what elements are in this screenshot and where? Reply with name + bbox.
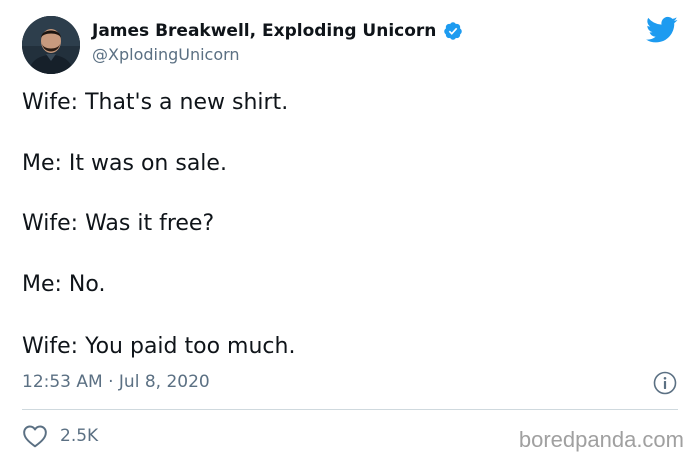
tweet-text-line: Wife: Was it free? bbox=[22, 211, 215, 236]
twitter-bird-icon[interactable] bbox=[646, 16, 678, 44]
tweet-text-line: Wife: That's a new shirt. bbox=[22, 90, 289, 115]
divider bbox=[22, 409, 678, 410]
like-count: 2.5K bbox=[60, 426, 99, 446]
author-name-row: James Breakwell, Exploding Unicorn bbox=[92, 21, 463, 41]
heart-icon bbox=[23, 425, 47, 448]
tweet-text-line: Me: No. bbox=[22, 272, 106, 297]
tweet-text-line: Me: It was on sale. bbox=[22, 151, 227, 176]
author-handle[interactable]: @XplodingUnicorn bbox=[92, 45, 240, 64]
tweet-card: James Breakwell, Exploding Unicorn @Xplo… bbox=[0, 0, 700, 463]
watermark: boredpanda.com bbox=[518, 427, 684, 452]
avatar[interactable] bbox=[22, 16, 80, 74]
verified-badge-icon bbox=[444, 22, 463, 40]
tweet-timestamp[interactable]: 12:53 AM · Jul 8, 2020 bbox=[22, 372, 210, 392]
info-icon[interactable] bbox=[653, 371, 677, 395]
like-button[interactable]: 2.5K bbox=[22, 424, 98, 448]
tweet-text-line: Wife: You paid too much. bbox=[22, 334, 296, 359]
author-display-name[interactable]: James Breakwell, Exploding Unicorn bbox=[92, 21, 436, 41]
